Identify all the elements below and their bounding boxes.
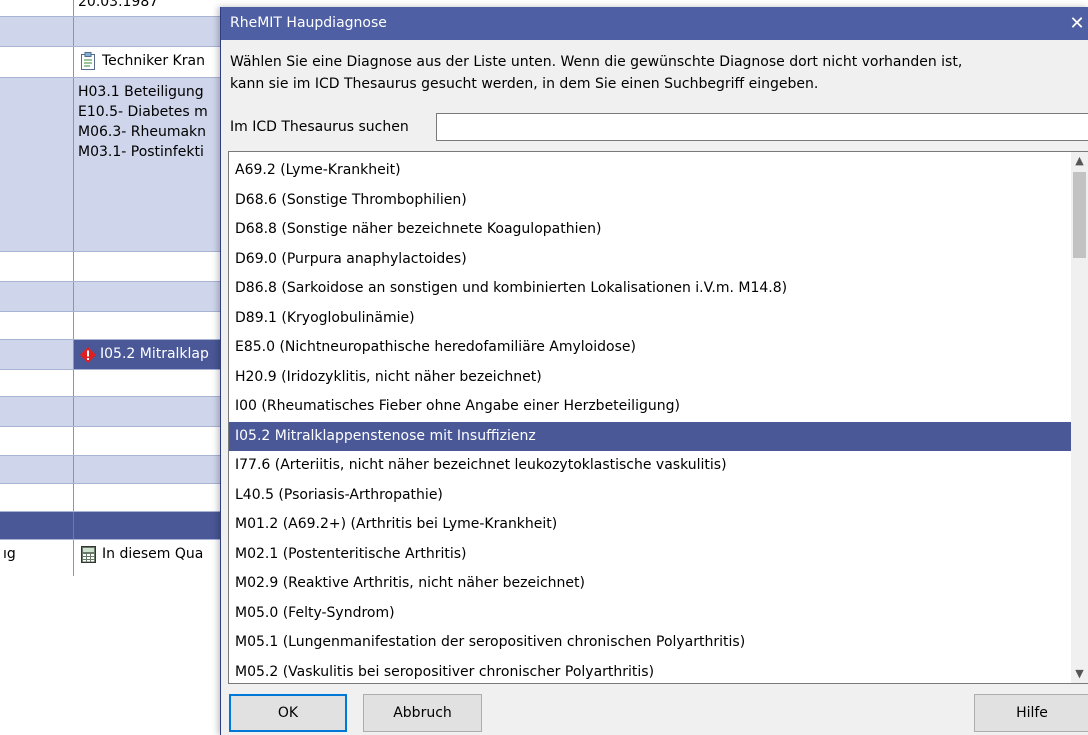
- bg-cell: [0, 484, 73, 511]
- bg-cell: [73, 370, 230, 396]
- bg-cell: [0, 252, 73, 281]
- help-button[interactable]: Hilfe: [974, 694, 1088, 732]
- bg-cell: [0, 370, 73, 396]
- bg-cell: [73, 484, 230, 511]
- bg-cell: [0, 17, 73, 46]
- bg-cell: [0, 0, 73, 16]
- list-item-selected[interactable]: I05.2 Mitralklappenstenose mit Insuffizi…: [229, 421, 1071, 451]
- dialog-title: RheMIT Haupdiagnose: [230, 15, 387, 31]
- list-item[interactable]: M05.1 (Lungenmanifestation der seroposit…: [229, 628, 1071, 658]
- bg-header-row: [0, 512, 230, 540]
- search-label: Im ICD Thesaurus suchen: [230, 119, 409, 135]
- close-button[interactable]: ✕: [1065, 7, 1088, 40]
- clipboard-icon: [80, 52, 96, 74]
- bg-row-warning: I05.2 Mitralklap: [0, 340, 230, 370]
- list-item[interactable]: D68.6 (Sonstige Thrombophilien): [229, 186, 1071, 216]
- bg-row-quarter: ıg In diesem Qua: [0, 540, 230, 570]
- list-item[interactable]: L40.5 (Psoriasis-Arthropathie): [229, 481, 1071, 511]
- list-item[interactable]: I00 (Rheumatisches Fieber ohne Angabe ei…: [229, 392, 1071, 422]
- vertical-scrollbar[interactable]: ▲ ▼: [1071, 152, 1088, 683]
- quarter-text: In diesem Qua: [102, 546, 204, 562]
- bg-row: [0, 17, 230, 47]
- list-item[interactable]: D86.8 (Sarkoidose an sonstigen und kombi…: [229, 274, 1071, 304]
- instruction-text: Wählen Sie eine Diagnose aus der Liste u…: [230, 51, 1080, 95]
- bg-row-diagnoses: H03.1 Beteiligung E10.5- Diabetes m M06.…: [0, 78, 230, 252]
- dialog-titlebar[interactable]: RheMIT Haupdiagnose ✕: [221, 7, 1088, 40]
- list-item[interactable]: E85.0 (Nichtneuropathische heredofamiliä…: [229, 333, 1071, 363]
- warning-diagnosis: I05.2 Mitralklap: [100, 346, 209, 362]
- bg-cell: [73, 17, 230, 46]
- list-item[interactable]: M05.0 (Felty-Syndrom): [229, 599, 1071, 629]
- scroll-up-arrow-icon[interactable]: ▲: [1071, 152, 1088, 170]
- diagnosis-list: A69.2 (Lyme-Krankheit) D68.6 (Sonstige Th…: [229, 156, 1071, 684]
- bg-cell: [0, 282, 73, 311]
- list-item[interactable]: D89.1 (Kryoglobulinämie): [229, 304, 1071, 334]
- list-item[interactable]: D69.0 (Purpura anaphylactoides): [229, 245, 1071, 275]
- bg-cell: [73, 312, 230, 339]
- bg-cell: H03.1 Beteiligung E10.5- Diabetes m M06.…: [73, 78, 230, 251]
- birth-date: 20.03.1987: [78, 0, 159, 10]
- bg-cell: [0, 456, 73, 483]
- bg-row: [0, 282, 230, 312]
- bg-cell: In diesem Qua: [73, 540, 230, 570]
- list-item[interactable]: M01.2 (A69.2+) (Arthritis bei Lyme-Krank…: [229, 510, 1071, 540]
- bg-row: [0, 252, 230, 282]
- insurance-name: Techniker Kran: [102, 53, 205, 69]
- instruction-line-1: Wählen Sie eine Diagnose aus der Liste u…: [230, 54, 963, 70]
- list-item[interactable]: H20.9 (Iridozyklitis, nicht näher bezeic…: [229, 363, 1071, 393]
- bg-row-insurance: Techniker Kran: [0, 47, 230, 78]
- bg-row-date: 20.03.1987: [0, 0, 230, 17]
- bg-row: [0, 456, 230, 484]
- list-item[interactable]: A69.2 (Lyme-Krankheit): [229, 156, 1071, 186]
- bg-cell: [0, 78, 73, 251]
- bg-cell: [73, 427, 230, 455]
- diagnosis-line: M03.1- Postinfekti: [78, 144, 204, 160]
- bg-cell: [0, 397, 73, 426]
- diagnosis-line: M06.3- Rheumakn: [78, 124, 207, 140]
- bg-cell: [0, 340, 73, 369]
- list-item[interactable]: M02.9 (Reaktive Arthritis, nicht näher b…: [229, 569, 1071, 599]
- diagnosis-line: E10.5- Diabetes m: [78, 104, 208, 120]
- cancel-button[interactable]: Abbruch: [363, 694, 482, 732]
- bg-cell: [73, 512, 230, 539]
- bg-cell: I05.2 Mitralklap: [73, 340, 230, 369]
- list-item[interactable]: D68.8 (Sonstige näher bezeichnete Koagul…: [229, 215, 1071, 245]
- truncated-label: ıg: [3, 546, 16, 562]
- column-divider: [73, 570, 74, 576]
- diagnosis-listbox[interactable]: A69.2 (Lyme-Krankheit) D68.6 (Sonstige Th…: [228, 151, 1088, 684]
- bg-cell: [0, 47, 73, 77]
- ok-button[interactable]: OK: [229, 694, 347, 732]
- bg-cell: [73, 282, 230, 311]
- list-item[interactable]: I77.6 (Arteriitis, nicht näher bezeichne…: [229, 451, 1071, 481]
- bg-cell: 20.03.1987: [73, 0, 230, 16]
- list-item[interactable]: M02.1 (Postenteritische Arthritis): [229, 540, 1071, 570]
- warning-icon: [79, 346, 97, 368]
- bg-cell: [0, 312, 73, 339]
- main-diagnosis-dialog: RheMIT Haupdiagnose ✕ Wählen Sie eine Di…: [220, 7, 1088, 735]
- icd-search-input[interactable]: [436, 113, 1088, 141]
- bg-row: [0, 370, 230, 397]
- calculator-icon: [81, 546, 96, 567]
- background-grid: 20.03.1987 Techniker Kran H03.1 Beteilig…: [0, 0, 230, 735]
- list-item[interactable]: M05.2 (Vaskulitis bei seropositiver chro…: [229, 658, 1071, 684]
- bg-row: [0, 427, 230, 456]
- bg-row: [0, 397, 230, 427]
- bg-cell: [0, 512, 73, 539]
- instruction-line-2: kann sie im ICD Thesaurus gesucht werden…: [230, 76, 819, 92]
- bg-row: [0, 484, 230, 512]
- bg-cell: Techniker Kran: [73, 47, 230, 77]
- bg-cell: [73, 456, 230, 483]
- bg-cell: [73, 252, 230, 281]
- bg-cell: ıg: [0, 540, 73, 570]
- bg-row: [0, 312, 230, 340]
- bg-cell: [0, 427, 73, 455]
- scroll-down-arrow-icon[interactable]: ▼: [1071, 665, 1088, 683]
- diagnosis-line: H03.1 Beteiligung: [78, 84, 204, 100]
- bg-cell: [73, 397, 230, 426]
- scroll-thumb[interactable]: [1073, 172, 1086, 258]
